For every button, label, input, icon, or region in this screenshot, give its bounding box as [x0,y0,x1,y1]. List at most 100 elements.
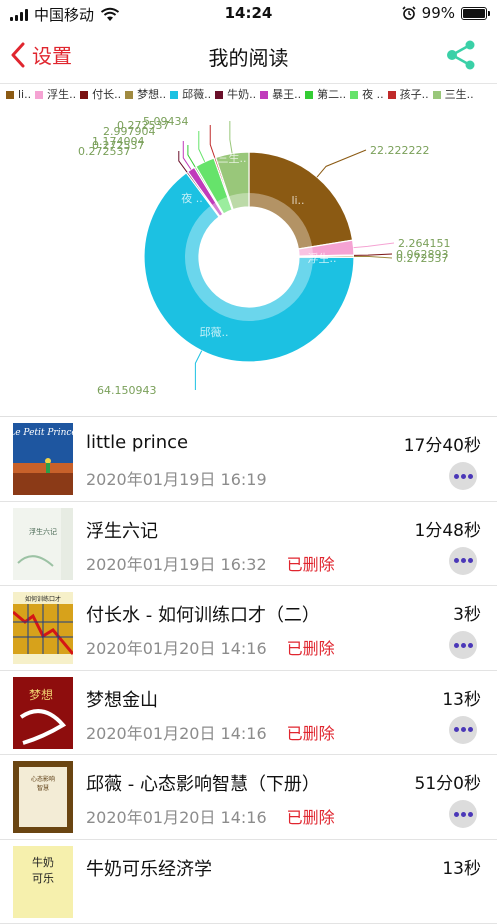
deleted-badge: 已删除 [287,724,335,743]
slice-leader-line [199,131,205,162]
legend-label: 暴王.. [272,87,301,102]
legend-label: 夜 .. [362,87,384,102]
svg-text:智慧: 智慧 [37,784,49,792]
legend-swatch [260,91,268,99]
reading-list-item[interactable]: 如何训练口才付长水 - 如何训练口才（二） 2020年01月20日 14:16 已删… [0,586,497,671]
deleted-badge: 已删除 [287,555,335,574]
reading-time-donut-chart: 22.2222222.2641510.0628930.27253764.1509… [0,112,497,412]
read-date-text: 2020年01月20日 14:16 [86,724,267,743]
reading-list-item[interactable]: 浮生六记 浮生六记2020年01月19日 16:32已删除1分48秒 [0,502,497,587]
book-title: 浮生六记 [86,517,158,543]
legend-label: 梦想.. [137,87,166,102]
chart-legend: li.. 浮生.. 付长.. 梦想.. 邱薇.. 牛奶.. 暴王.. 第二.. 夜 .. 孩子..… [6,87,492,103]
slice-value-label: 64.150943 [97,384,157,397]
read-date-text: 2020年01月20日 14:16 [86,808,267,827]
legend-swatch [6,91,14,99]
legend-swatch [80,91,88,99]
legend-item: 暴王.. [260,87,301,102]
reading-duration: 51分0秒 [415,769,481,794]
legend-swatch [35,91,43,99]
battery-icon [461,7,487,20]
legend-item: 孩子.. [388,87,429,102]
legend-label: 浮生.. [47,87,76,102]
slice-leader-line [230,121,232,153]
alarm-icon [402,6,416,20]
book-cover-image: 牛奶 可乐 [13,846,73,918]
slice-inner-label: li.. [291,194,304,207]
reading-duration: 3秒 [453,600,481,625]
share-icon[interactable] [445,40,477,70]
reading-list-item[interactable]: 梦想 梦想金山 2020年01月20日 14:16 已删除 13秒 [0,671,497,756]
more-dots-icon[interactable] [449,800,477,828]
legend-item: 梦想.. [125,87,166,102]
more-dots-icon[interactable] [449,631,477,659]
book-title: little prince [86,432,188,453]
reading-list: Le Petit Prince little prince 2020年01月19日… [0,416,497,924]
svg-text:心态影响: 心态影响 [31,775,55,783]
legend-label: 第二.. [317,87,346,102]
reading-list-item[interactable]: 牛奶 可乐牛奶可乐经济学 13秒 [0,840,497,924]
svg-text:如何训练口才: 如何训练口才 [25,595,61,603]
legend-label: 牛奶.. [227,87,256,102]
book-title: 梦想金山 [86,686,158,712]
slice-leader-line [354,243,394,248]
book-title: 付长水 - 如何训练口才（二） [86,601,320,627]
svg-text:牛奶: 牛奶 [32,855,54,869]
legend-label: 三生.. [445,87,474,102]
legend-label: 孩子.. [400,87,429,102]
book-cover-image: Le Petit Prince [13,423,73,495]
svg-text:梦想: 梦想 [29,687,53,702]
navigation-bar: 设置 我的阅读 [0,28,497,84]
deleted-badge: 已删除 [287,639,335,658]
slice-value-label: 5.09434 [143,115,189,128]
more-dots-icon[interactable] [449,716,477,744]
donut-highlight-band [192,200,306,314]
slice-inner-label: 夜 .. [181,191,203,205]
legend-swatch [305,91,313,99]
slice-leader-line [195,351,201,390]
book-cover-image: 如何训练口才 [13,592,73,664]
slice-inner-label: 三生.. [218,151,247,165]
slice-leader-line [210,125,215,158]
more-dots-icon[interactable] [449,547,477,575]
book-read-date: 2020年01月20日 14:16 已删除 [86,635,335,659]
legend-swatch [215,91,223,99]
deleted-badge: 已删除 [287,808,335,827]
book-read-date: 2020年01月20日 14:16 已删除 [86,804,335,828]
slice-value-label: 0.272537 [92,139,145,152]
reading-list-item[interactable]: Le Petit Prince little prince 2020年01月19日… [0,417,497,502]
slice-value-label: 22.222222 [370,144,430,157]
legend-swatch [433,91,441,99]
read-date-text: 2020年01月20日 14:16 [86,639,267,658]
legend-item: 夜 .. [350,87,384,102]
reading-duration: 13秒 [442,685,481,710]
slice-leader-line [354,254,392,255]
page-title: 我的阅读 [0,42,497,71]
legend-item: li.. [6,87,31,102]
legend-item: 三生.. [433,87,474,102]
read-date-text: 2020年01月19日 16:19 [86,470,267,489]
slice-leader-line [188,145,195,167]
legend-label: 邱薇.. [182,87,211,102]
reading-list-item[interactable]: 心态影响 智慧邱薇 - 心态影响智慧（下册）2020年01月20日 14:16已… [0,755,497,840]
legend-swatch [388,91,396,99]
more-dots-icon[interactable] [449,462,477,490]
reading-duration: 17分40秒 [404,431,481,456]
status-right: 99% [402,4,487,22]
legend-label: 付长.. [92,87,121,102]
legend-swatch [125,91,133,99]
book-title: 邱薇 - 心态影响智慧（下册） [86,770,320,796]
legend-item: 浮生.. [35,87,76,102]
legend-item: 牛奶.. [215,87,256,102]
reading-duration: 13秒 [442,854,481,879]
legend-item: 付长.. [80,87,121,102]
slice-inner-label: 邱薇.. [200,326,229,339]
slice-leader-line [183,141,191,169]
legend-item: 邱薇.. [170,87,211,102]
svg-text:Le Petit Prince: Le Petit Prince [13,428,73,438]
read-date-text: 2020年01月19日 16:32 [86,555,267,574]
legend-swatch [170,91,178,99]
book-cover-image: 心态影响 智慧 [13,761,73,833]
svg-text:浮生六记: 浮生六记 [29,527,57,536]
book-title: 牛奶可乐经济学 [86,855,212,881]
